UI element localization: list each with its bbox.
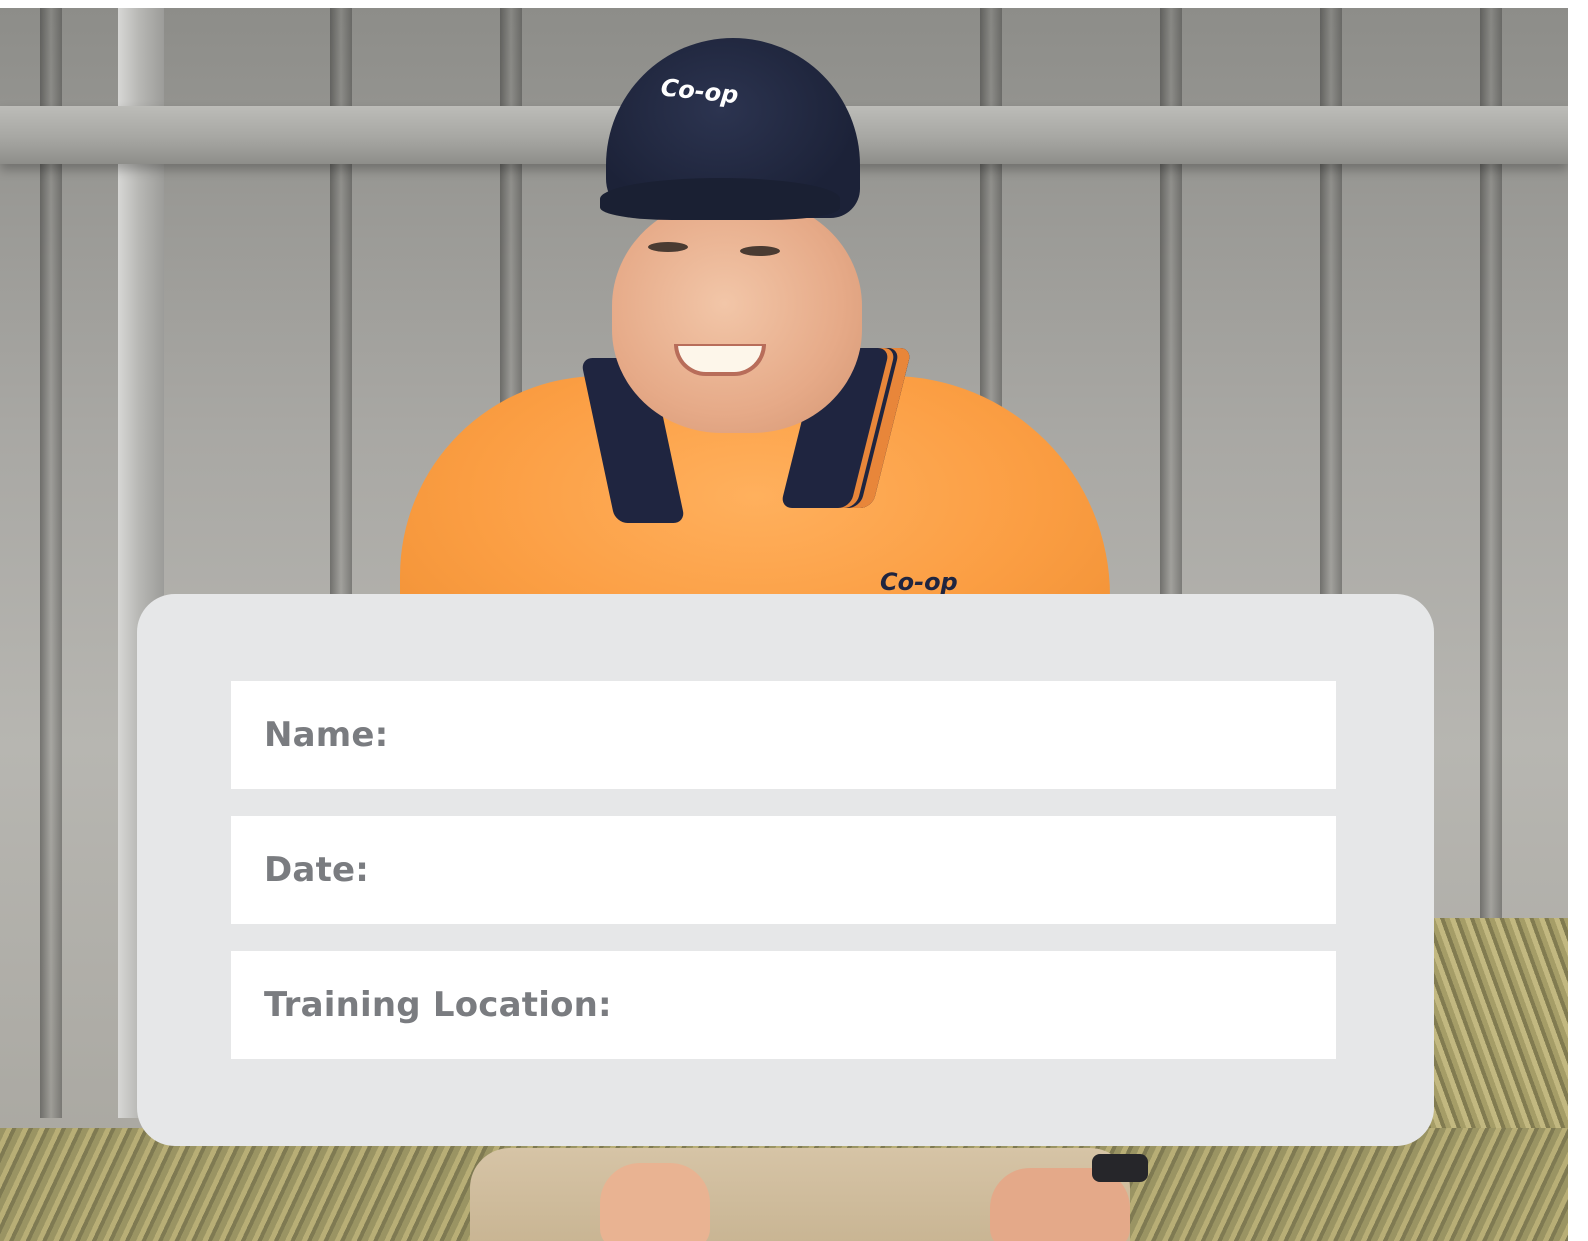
hay-bale (1420, 918, 1568, 1138)
left-eye (648, 242, 688, 252)
date-label: Date: (264, 850, 370, 890)
training-location-field[interactable]: Training Location: (231, 951, 1336, 1059)
training-location-label: Training Location: (264, 985, 612, 1025)
face (612, 198, 862, 433)
page: Co-op Co-op Name: Date: Training Locatio… (0, 0, 1588, 1241)
name-label: Name: (264, 715, 389, 755)
name-field[interactable]: Name: (231, 681, 1336, 789)
left-hand (600, 1163, 710, 1241)
right-eye (740, 246, 780, 256)
date-field[interactable]: Date: (231, 816, 1336, 924)
wall-rib (40, 8, 62, 1118)
shirt-logo: Co-op (880, 568, 958, 596)
wristwatch (1092, 1154, 1148, 1182)
cap-brim (600, 178, 840, 220)
